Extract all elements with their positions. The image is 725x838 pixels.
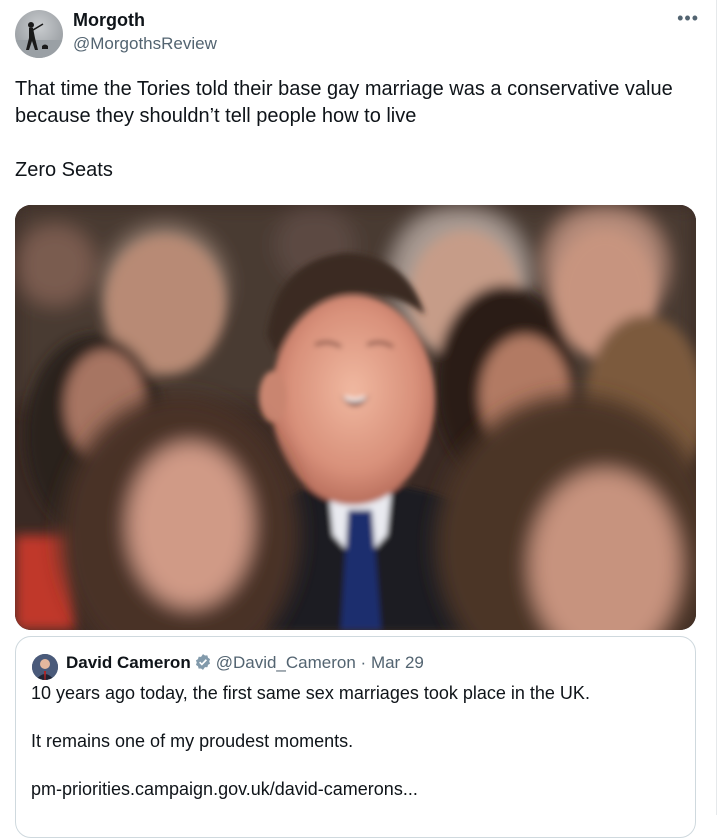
quoted-date[interactable]: Mar 29 (371, 653, 424, 672)
author-name[interactable]: Morgoth (73, 10, 145, 31)
tweet-text: That time the Tories told their base gay… (15, 78, 673, 181)
verified-badge-icon (194, 653, 212, 676)
tweet-photo[interactable] (15, 205, 696, 630)
ellipsis-icon[interactable]: ••• (677, 8, 699, 29)
quoted-author-avatar[interactable] (32, 654, 58, 680)
quoted-separator: · (360, 653, 367, 672)
quoted-header: David Cameron @David_Cameron · Mar 29 (66, 653, 424, 676)
tweet: Morgoth @MorgothsReview ••• That time th… (0, 0, 725, 838)
quoted-author-handle[interactable]: @David_Cameron (216, 653, 356, 672)
quoted-text: 10 years ago today, the first same sex m… (31, 683, 590, 799)
quoted-tweet[interactable]: David Cameron @David_Cameron · Mar 29 10 … (15, 636, 696, 838)
author-handle[interactable]: @MorgothsReview (73, 34, 217, 54)
timeline-border (716, 0, 717, 815)
quoted-author-name[interactable]: David Cameron (66, 653, 191, 672)
author-avatar[interactable] (15, 10, 63, 58)
